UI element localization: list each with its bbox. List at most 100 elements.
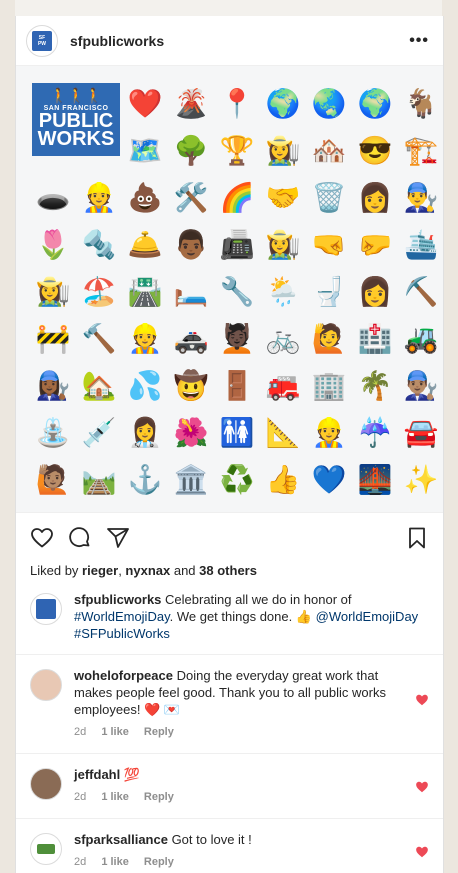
mention-worldemojiday[interactable]: @WorldEmojiDay xyxy=(316,609,419,624)
profile-avatar[interactable]: SF PW xyxy=(26,24,58,57)
emoji-cell: 🐐 xyxy=(403,88,439,119)
bookmark-icon[interactable] xyxy=(405,526,429,550)
comment-row: woheloforpeace Doing the everyday great … xyxy=(16,667,443,741)
emoji-cell: 👩 xyxy=(357,276,393,307)
emoji-cell: 👩 xyxy=(357,182,393,213)
more-options-icon[interactable]: ••• xyxy=(409,32,429,50)
comment-body: woheloforpeace Doing the everyday great … xyxy=(74,667,407,741)
emoji-cell: 📍 xyxy=(219,88,255,119)
emoji-cell: 🌴 xyxy=(357,370,393,401)
comment-username[interactable]: sfparksalliance xyxy=(74,832,168,847)
reply-button[interactable]: Reply xyxy=(144,791,174,803)
emoji-cell: 👩‍🌾 xyxy=(265,229,301,260)
caption-avatar[interactable] xyxy=(30,593,62,625)
emoji-cell: 💆🏿 xyxy=(219,323,255,354)
comment-body: sfparksalliance Got to love it ! 2d 1 li… xyxy=(74,831,407,871)
comment-text: 💯 xyxy=(120,767,141,782)
emoji-cell: 📠 xyxy=(219,229,255,260)
heart-icon[interactable] xyxy=(30,526,54,550)
emoji-cell: 🛣️ xyxy=(127,276,163,307)
sf-public-works-logo-icon: SF PW xyxy=(32,30,52,51)
emoji-cell: 👨🏾 xyxy=(173,229,209,260)
emoji-cell: 🏢 xyxy=(311,370,347,401)
baby-avatar-icon[interactable] xyxy=(30,669,62,701)
emoji-cell: 🚲 xyxy=(265,323,301,354)
caption-text-2: . We get things done. 👍 xyxy=(169,609,316,624)
emoji-cell: 🌈 xyxy=(219,182,255,213)
emoji-cell: 👨🏽‍🔧 xyxy=(403,370,439,401)
post-image[interactable]: 🚶🚶🚶 SAN FRANCISCO PUBLIC WORKS ❤️ 🌋 📍 🌍 🌏 🌍 🐐 🗺… xyxy=(16,66,443,513)
action-bar xyxy=(16,513,443,563)
emoji-cell: 🔧 xyxy=(219,276,255,307)
emoji-cell: 💉 xyxy=(81,417,117,448)
caption-username[interactable]: sfpublicworks xyxy=(74,592,161,607)
comment-username[interactable]: woheloforpeace xyxy=(74,668,173,683)
divider xyxy=(16,654,443,655)
comment-likes[interactable]: 1 like xyxy=(101,726,129,738)
hashtag-sfpublicworks[interactable]: #SFPublicWorks xyxy=(74,626,170,641)
workers-silhouette-icon: 🚶🚶🚶 xyxy=(49,88,103,105)
emoji-cell: 💙 xyxy=(311,464,347,495)
likes-summary: Liked by rieger, nyxnax and 38 others xyxy=(16,561,443,581)
emoji-cell: 🛠️ xyxy=(173,182,209,213)
comment-username[interactable]: jeffdahl xyxy=(74,767,120,782)
emoji-cell: 🚜 xyxy=(403,323,439,354)
emoji-cell: 👩‍⚕️ xyxy=(127,417,163,448)
logo-line3: WORKS xyxy=(37,128,115,150)
emoji-cell: 🚻 xyxy=(219,417,255,448)
emoji-cell: ⚓ xyxy=(127,464,163,495)
emoji-cell: 🚽 xyxy=(311,276,347,307)
emoji-cell: 🛤️ xyxy=(81,464,117,495)
heart-filled-icon[interactable] xyxy=(415,845,429,859)
post-header: SF PW sfpublicworks ••• xyxy=(16,16,443,66)
emoji-cell: 🤝 xyxy=(265,182,301,213)
public-works-logo: 🚶🚶🚶 SAN FRANCISCO PUBLIC WORKS xyxy=(32,83,120,156)
comment-text: Got to love it ! xyxy=(167,832,252,847)
comment-age: 2d xyxy=(74,856,87,868)
reply-button[interactable]: Reply xyxy=(144,856,174,868)
emoji-cell: 💩 xyxy=(127,182,163,213)
emoji-cell: 🏖️ xyxy=(81,276,117,307)
emoji-cell: 🌷 xyxy=(35,229,71,260)
emoji-cell: 🏡 xyxy=(81,370,117,401)
emoji-cell: ♻️ xyxy=(219,464,255,495)
comment-icon[interactable] xyxy=(68,526,92,550)
liker-1[interactable]: rieger xyxy=(82,563,118,578)
comment-likes[interactable]: 1 like xyxy=(101,856,129,868)
emoji-cell: 🌋 xyxy=(173,88,209,119)
heart-filled-icon[interactable] xyxy=(415,693,429,707)
comment-likes[interactable]: 1 like xyxy=(101,791,129,803)
emoji-cell: 🤛 xyxy=(357,229,393,260)
emoji-cell: 😎 xyxy=(357,135,393,166)
comment-meta: 2d 1 like Reply xyxy=(74,854,407,871)
heart-filled-icon[interactable] xyxy=(415,780,429,794)
emoji-cell: ✨ xyxy=(403,464,439,495)
emoji-cell: 🛎️ xyxy=(127,229,163,260)
emoji-cell: 🏘️ xyxy=(311,135,347,166)
liker-2[interactable]: nyxnax xyxy=(125,563,170,578)
comment-meta: 2d 1 like Reply xyxy=(74,789,407,806)
emoji-cell: 🌍 xyxy=(357,88,393,119)
divider xyxy=(16,753,443,754)
emoji-cell: 🛏️ xyxy=(173,276,209,307)
emoji-cell: 🔨 xyxy=(81,323,117,354)
share-icon[interactable] xyxy=(106,526,130,550)
parks-alliance-avatar[interactable] xyxy=(30,833,62,865)
reply-button[interactable]: Reply xyxy=(144,726,174,738)
emoji-cell: 🏗️ xyxy=(403,135,439,166)
emoji-cell: 👷 xyxy=(81,182,117,213)
emoji-cell: 👩‍🌾 xyxy=(35,276,71,307)
emoji-cell: 🗺️ xyxy=(127,135,163,166)
post-username[interactable]: sfpublicworks xyxy=(70,33,409,49)
comment-age: 2d xyxy=(74,791,87,803)
emoji-cell: 💦 xyxy=(127,370,163,401)
caption-text: sfpublicworks Celebrating all we do in h… xyxy=(74,591,429,642)
emoji-cell: 👨‍🔧 xyxy=(403,182,439,213)
man-avatar-icon[interactable] xyxy=(30,768,62,800)
hashtag-worldemojiday[interactable]: #WorldEmojiDay xyxy=(74,609,170,624)
likes-others[interactable]: 38 others xyxy=(199,563,257,578)
emoji-cell: ⛲ xyxy=(35,417,71,448)
emoji-cell: 🌏 xyxy=(311,88,347,119)
emoji-cell: 🏆 xyxy=(219,135,255,166)
likes-prefix: Liked by xyxy=(30,563,83,578)
